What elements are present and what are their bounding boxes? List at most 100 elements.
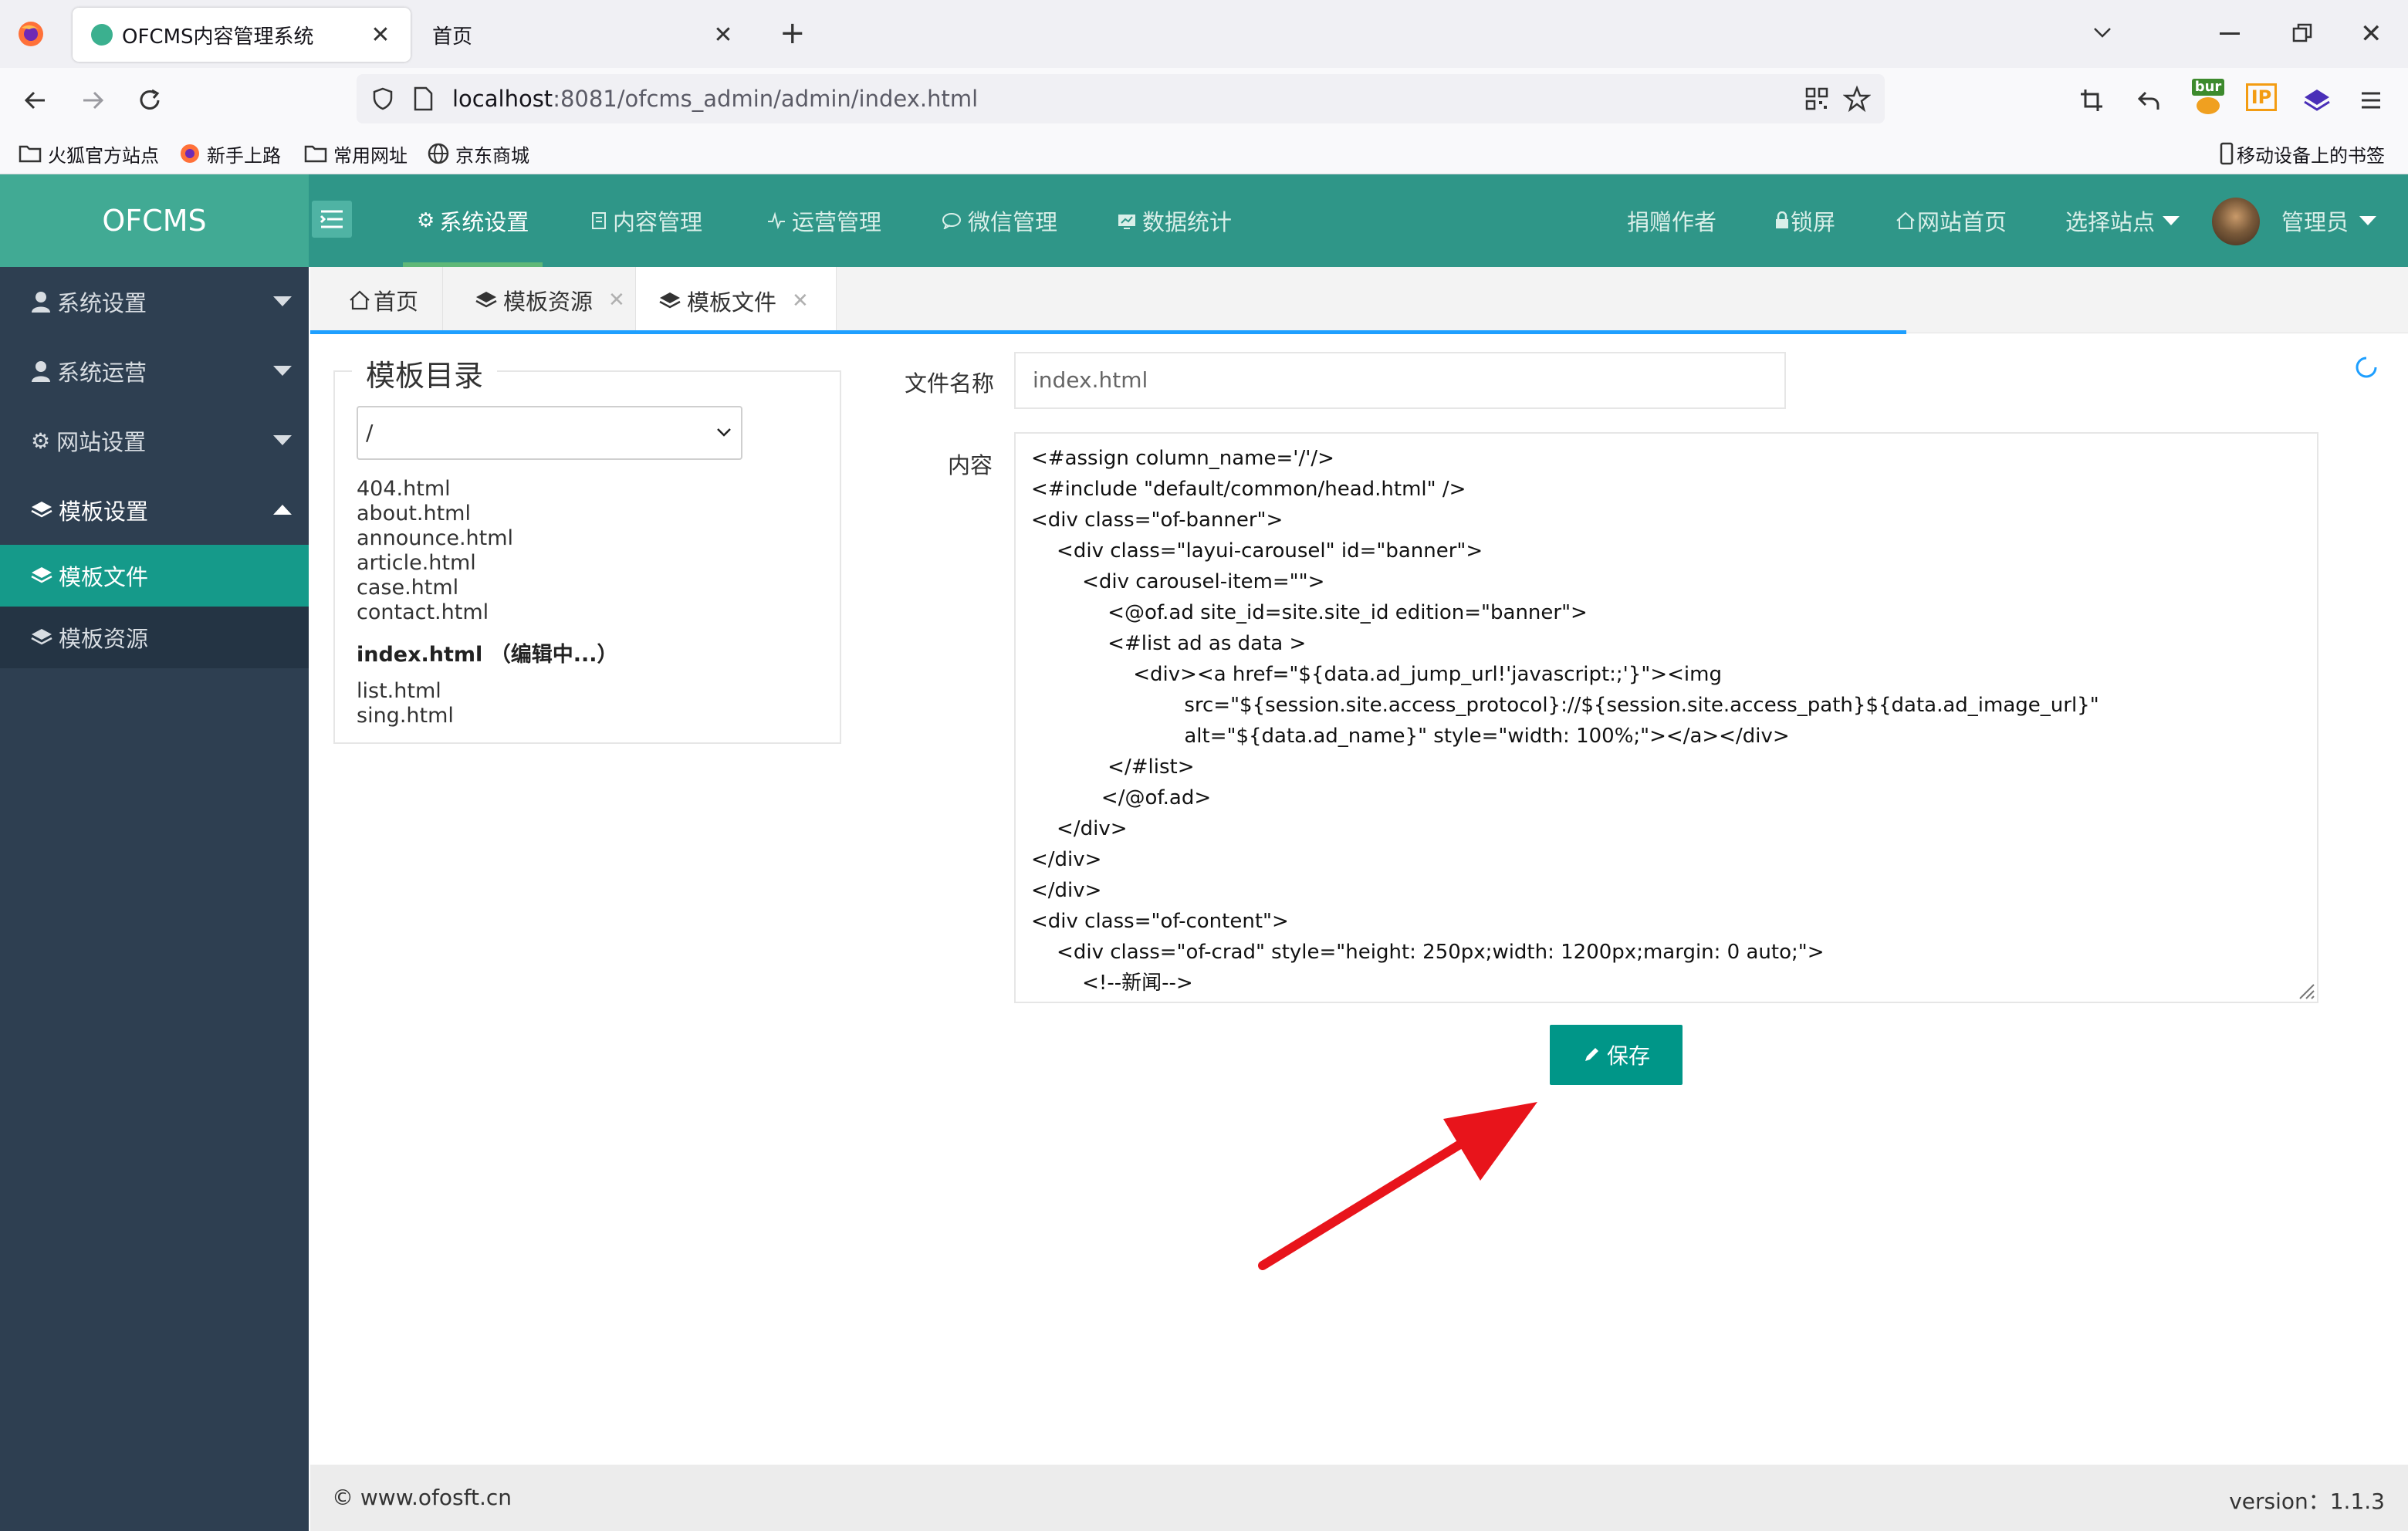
close-tab-icon[interactable]: ✕ xyxy=(712,22,735,49)
filename-input[interactable]: index.html xyxy=(1014,352,1786,409)
undo-icon[interactable] xyxy=(2136,88,2161,113)
avatar[interactable] xyxy=(2212,198,2260,245)
nav-label: 运营管理 xyxy=(792,209,882,235)
browser-tab-ofcms[interactable]: OFCMS内容管理系统 ✕ xyxy=(73,8,411,62)
close-tab-icon[interactable]: ✕ xyxy=(369,22,392,49)
file-link[interactable]: contact.html xyxy=(357,600,489,624)
nav-operations[interactable]: 运营管理 xyxy=(767,174,881,267)
code-line: </#list> xyxy=(1031,755,1195,779)
sidebar-item-site-settings[interactable]: ⚙ 网站设置 xyxy=(0,406,309,475)
mobile-icon xyxy=(2220,142,2234,165)
folder-icon xyxy=(19,144,42,164)
bookmark-label: 移动设备上的书签 xyxy=(2237,144,2385,167)
burp-extension-icon[interactable]: bur xyxy=(2192,79,2224,116)
firefox-icon[interactable] xyxy=(17,20,45,48)
minimize-icon[interactable] xyxy=(2220,32,2240,35)
gear-icon: ⚙ xyxy=(31,428,51,454)
nav-label: 网站首页 xyxy=(1917,209,2007,235)
layers-icon xyxy=(475,290,497,310)
copyright-text: © www.ofosft.cn xyxy=(332,1485,512,1510)
bookmark-label: 新手上路 xyxy=(207,144,281,167)
ip-extension-icon[interactable]: IP xyxy=(2246,83,2277,111)
tab-home[interactable]: 首页 xyxy=(310,267,443,333)
content-editor[interactable]: <#assign column_name='/'/> <#include "de… xyxy=(1014,432,2318,1003)
file-link[interactable]: about.html xyxy=(357,502,471,526)
nav-system-settings[interactable]: ⚙ 系统设置 xyxy=(403,174,543,267)
bookmark-star-icon[interactable] xyxy=(1843,85,1871,113)
globe-icon xyxy=(428,143,449,164)
sidebar-item-system-operations[interactable]: 系统运营 xyxy=(0,336,309,406)
url-text[interactable]: localhost:8081/ofcms_admin/admin/index.h… xyxy=(452,74,978,123)
close-tab-icon[interactable]: ✕ xyxy=(608,289,625,312)
lock-icon xyxy=(1775,211,1789,230)
forward-icon[interactable] xyxy=(79,86,107,114)
sidebar-item-template-settings[interactable]: 模板设置 xyxy=(0,475,309,545)
close-tab-icon[interactable]: ✕ xyxy=(792,289,809,313)
resize-handle-icon[interactable] xyxy=(2295,980,2315,1000)
sidebar-item-system-settings[interactable]: 系统设置 xyxy=(0,267,309,336)
shield-icon[interactable] xyxy=(370,86,395,111)
tab-template-files[interactable]: 模板文件 ✕ xyxy=(636,267,837,334)
code-line: <!--新闻--> xyxy=(1031,972,1193,995)
file-link[interactable]: 404.html xyxy=(357,477,451,501)
file-link[interactable]: article.html xyxy=(357,551,476,575)
browser-tab-bar: OFCMS内容管理系统 ✕ 首页 ✕ + ✕ xyxy=(0,0,2408,68)
file-link[interactable]: sing.html xyxy=(357,704,454,728)
sidebar-subitem-template-resources[interactable]: 模板资源 xyxy=(0,607,309,668)
restore-icon[interactable] xyxy=(2292,23,2312,43)
nav-donate[interactable]: 捐赠作者 xyxy=(1627,174,1716,267)
current-file-link[interactable]: index.html （编辑中...） xyxy=(357,637,617,667)
close-window-icon[interactable]: ✕ xyxy=(2360,19,2383,49)
sidebar-item-label: 网站设置 xyxy=(56,429,147,455)
app-logo: OFCMS xyxy=(0,174,309,267)
back-icon[interactable] xyxy=(22,86,49,114)
nav-lock-screen[interactable]: 锁屏 xyxy=(1775,174,1835,267)
nav-user-menu[interactable]: 管理员 xyxy=(2281,174,2377,267)
page-icon[interactable] xyxy=(412,86,434,111)
bookmark-firefox-official[interactable]: 火狐官方站点 xyxy=(19,133,159,174)
template-directory-title: 模板目录 xyxy=(352,352,498,394)
file-link[interactable]: case.html xyxy=(357,576,458,600)
menu-icon[interactable] xyxy=(2359,88,2383,113)
browser-tab-title: OFCMS内容管理系统 xyxy=(122,25,314,49)
code-line: <#list ad as data > xyxy=(1031,632,1307,655)
file-link[interactable]: list.html xyxy=(357,679,441,703)
nav-site-home[interactable]: 网站首页 xyxy=(1896,174,2007,267)
browser-nav-bar: localhost:8081/ofcms_admin/admin/index.h… xyxy=(0,68,2408,133)
new-tab-icon[interactable]: + xyxy=(780,15,806,51)
bookmarks-toolbar: 火狐官方站点 新手上路 常用网址 京东商城 移动设备上的书签 xyxy=(0,133,2408,174)
layers-icon xyxy=(31,500,52,520)
sidebar-subitem-template-files[interactable]: 模板文件 xyxy=(0,545,309,607)
chevron-down-icon[interactable] xyxy=(2090,20,2115,45)
browser-tab-title: 首页 xyxy=(432,25,473,49)
code-line: src="${session.site.access_protocol}://$… xyxy=(1031,694,2099,717)
crop-icon[interactable] xyxy=(2079,88,2104,113)
footer: © www.ofosft.cn version：1.1.3 xyxy=(310,1465,2408,1531)
user-icon xyxy=(31,360,51,382)
bookmark-common-sites[interactable]: 常用网址 xyxy=(304,133,408,174)
file-link[interactable]: announce.html xyxy=(357,526,513,550)
mobile-bookmarks[interactable]: 移动设备上的书签 xyxy=(2220,133,2385,174)
code-line: </div> xyxy=(1031,879,1102,902)
address-bar[interactable]: localhost:8081/ofcms_admin/admin/index.h… xyxy=(357,74,1885,123)
annotation-arrow-icon xyxy=(1235,1080,1559,1289)
qr-code-icon[interactable] xyxy=(1804,86,1829,111)
browser-tab-home[interactable]: 首页 ✕ xyxy=(414,8,753,62)
nav-wechat[interactable]: 微信管理 xyxy=(942,174,1057,267)
bookmark-getting-started[interactable]: 新手上路 xyxy=(179,133,281,174)
sidebar: 系统设置 系统运营 ⚙ 网站设置 模板设置 模板文件 模板资源 xyxy=(0,267,309,1531)
save-button[interactable]: 保存 xyxy=(1550,1025,1683,1085)
tab-template-resources[interactable]: 模板资源 ✕ xyxy=(443,267,636,333)
layers-icon xyxy=(31,566,52,586)
directory-select[interactable]: / xyxy=(357,406,742,460)
loading-progress-bar xyxy=(310,330,1906,334)
nav-statistics[interactable]: 数据统计 xyxy=(1118,174,1232,267)
bookmark-label: 火狐官方站点 xyxy=(48,144,159,167)
nav-content-management[interactable]: 内容管理 xyxy=(591,174,702,267)
nav-select-site[interactable]: 选择站点 xyxy=(2065,174,2180,267)
sidebar-toggle-icon[interactable] xyxy=(312,201,352,238)
reload-icon[interactable] xyxy=(136,86,164,114)
layers-extension-icon[interactable] xyxy=(2303,86,2331,114)
bookmark-jd[interactable]: 京东商城 xyxy=(428,133,529,174)
site-favicon-icon xyxy=(91,24,113,46)
